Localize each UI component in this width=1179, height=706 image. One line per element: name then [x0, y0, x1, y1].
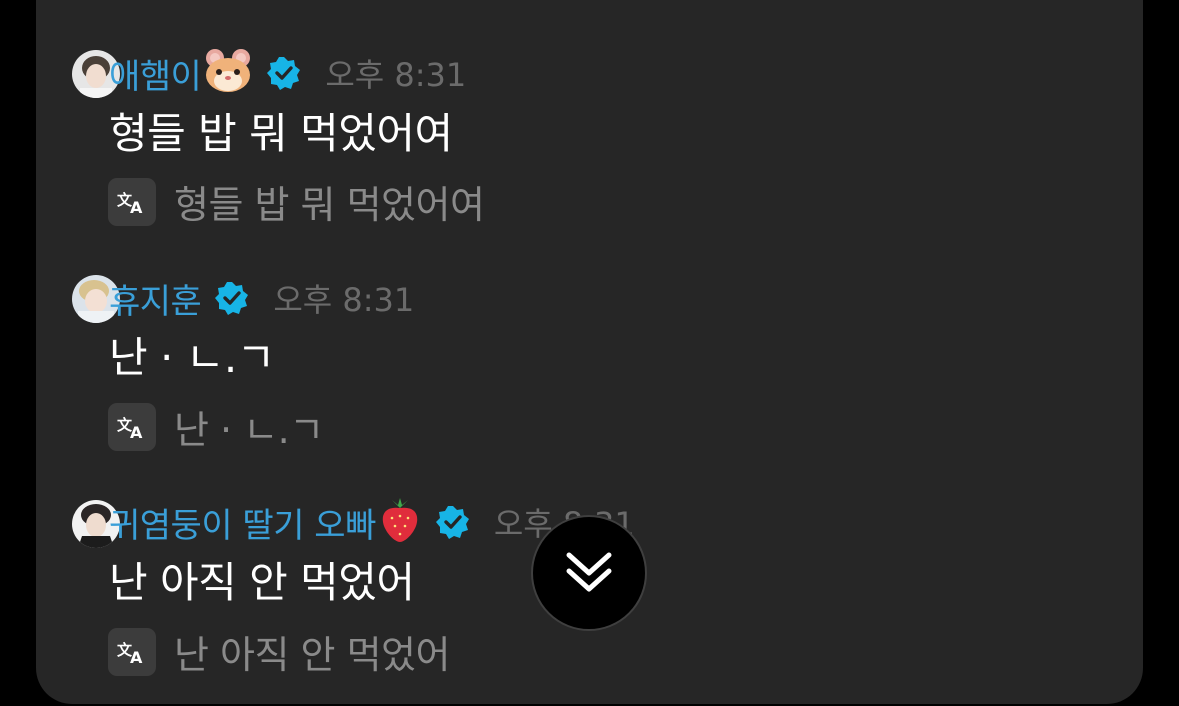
translate-button[interactable]: 文 A	[108, 402, 156, 451]
scroll-to-bottom-button[interactable]	[531, 515, 647, 631]
message-text: 형들 밥 뭐 먹었어여	[109, 109, 453, 158]
author-name[interactable]: 귀염둥이 딸기 오빠	[109, 498, 376, 547]
verified-badge-icon	[215, 281, 249, 315]
svg-text:A: A	[130, 648, 143, 666]
svg-text:A: A	[130, 198, 143, 216]
translate-button[interactable]: 文 A	[108, 177, 156, 226]
verified-badge-icon	[267, 56, 301, 90]
translation-row: 文 A 난 아직 안 먹었어	[108, 624, 450, 679]
message-text: 난 · ㄴ.ㄱ	[109, 333, 275, 382]
translation-text: 형들 밥 뭐 먹었어여	[174, 183, 485, 227]
message-header: 휴지훈 오후 8:31	[109, 274, 415, 323]
translate-icon: 文 A	[117, 641, 143, 666]
author-name[interactable]: 애햄이	[109, 49, 202, 98]
translate-icon: 文 A	[117, 191, 143, 216]
translate-icon: 文 A	[117, 416, 143, 441]
author-name[interactable]: 휴지훈	[109, 274, 202, 323]
message-header: 애햄이 오후 8:31	[109, 48, 467, 98]
message-text: 난 아직 안 먹었어	[109, 558, 415, 607]
translation-text: 난 · ㄴ.ㄱ	[174, 408, 324, 452]
message-time: 오후 8:31	[273, 281, 415, 319]
translation-text: 난 아직 안 먹었어	[174, 633, 450, 677]
translation-row: 文 A 형들 밥 뭐 먹었어여	[108, 174, 485, 229]
message-time: 오후 8:31	[325, 56, 467, 94]
verified-badge-icon	[435, 505, 470, 539]
hamster-emoji	[203, 48, 253, 98]
translation-row: 文 A 난 · ㄴ.ㄱ	[108, 399, 324, 454]
translate-button[interactable]: 文 A	[108, 627, 156, 676]
strawberry-emoji	[378, 496, 422, 548]
svg-text:A: A	[130, 423, 143, 441]
double-chevron-down-icon	[566, 552, 612, 592]
